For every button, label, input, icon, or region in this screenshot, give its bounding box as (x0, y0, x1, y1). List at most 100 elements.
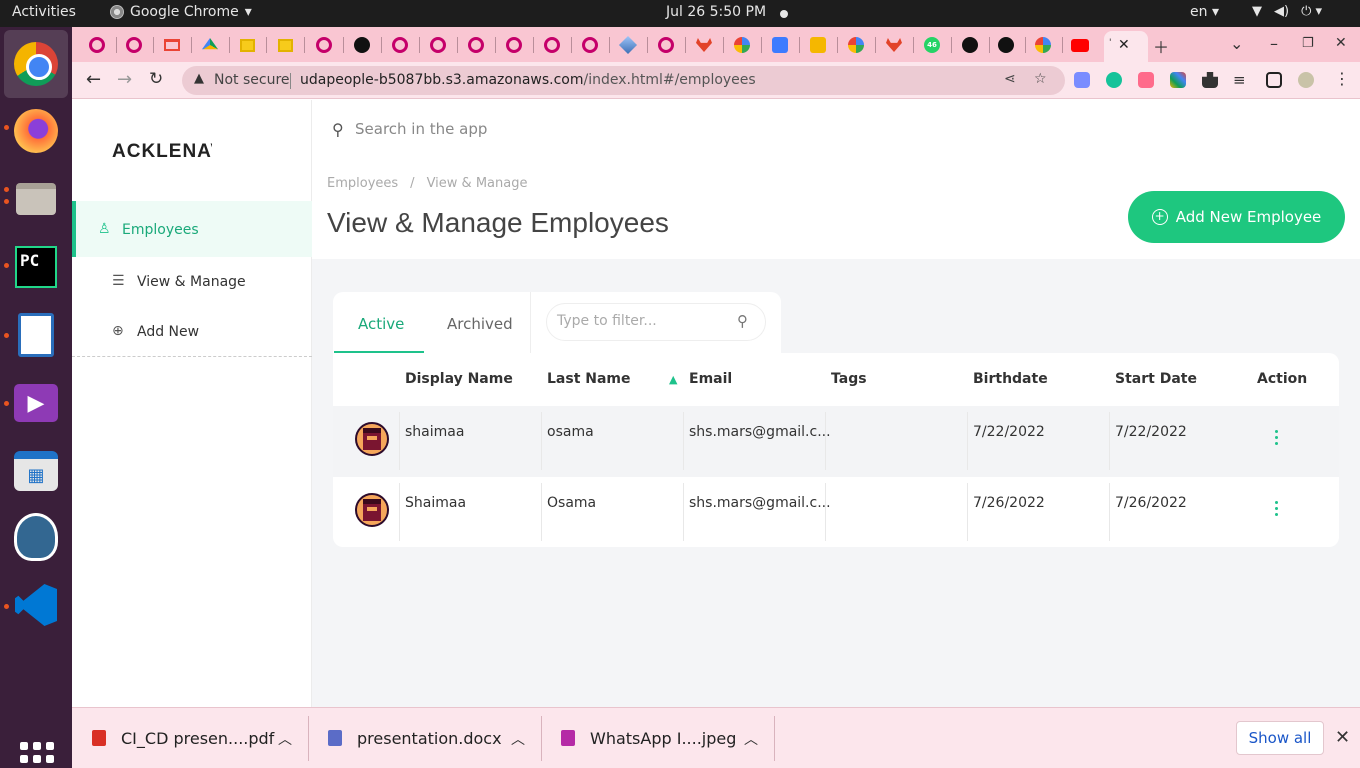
cell-email: shs.mars@gmail.c... (689, 495, 831, 511)
close-window-icon[interactable]: ✕ (1335, 35, 1347, 51)
column-header-last-name[interactable]: Last Name (547, 371, 631, 387)
chevron-up-icon[interactable]: ︿ (511, 729, 525, 749)
tab-favicon[interactable] (618, 35, 638, 55)
row-actions-kebab-icon[interactable] (1275, 430, 1279, 448)
extensions-puzzle-icon[interactable] (1202, 72, 1218, 88)
add-new-employee-button[interactable]: + Add New Employee (1128, 191, 1345, 243)
row-actions-kebab-icon[interactable] (1275, 501, 1279, 519)
tab-favicon[interactable] (353, 36, 371, 54)
app-menu[interactable]: Google Chrome ▾ (110, 4, 252, 20)
dock-software[interactable]: ▦ (12, 447, 60, 495)
back-icon[interactable]: ← (86, 69, 101, 90)
tab-favicon[interactable] (238, 36, 256, 54)
tab-active[interactable]: Active (358, 315, 404, 333)
tab-favicon[interactable] (467, 36, 485, 54)
opera-ring-icon (126, 37, 142, 53)
tab-favicon[interactable] (163, 36, 181, 54)
tab-favicon[interactable] (505, 36, 523, 54)
download-item[interactable]: presentation.docx ︿ (308, 708, 541, 768)
tab-favicon[interactable] (429, 36, 447, 54)
tab-favicon[interactable] (997, 36, 1015, 54)
sidebar-item-view-manage[interactable]: ☰ View & Manage (72, 263, 312, 303)
download-item[interactable]: CI_CD presen....pdf ︿ (72, 708, 308, 768)
close-downloads-icon[interactable]: ✕ (1335, 727, 1350, 748)
tab-favicon[interactable] (391, 36, 409, 54)
bookmark-star-icon[interactable]: ☆ (1034, 71, 1047, 87)
menu-kebab-icon[interactable]: ⋮ (1334, 69, 1350, 88)
dock-writer[interactable] (12, 311, 60, 359)
show-all-button[interactable]: Show all (1236, 721, 1324, 755)
tab-favicon[interactable] (1071, 36, 1089, 54)
new-tab-icon[interactable]: ＋ (1153, 34, 1169, 58)
clock[interactable]: Jul 26 5:50 PM (666, 4, 766, 20)
table-row[interactable]: Shaimaa Osama shs.mars@gmail.c... 7/26/2… (333, 477, 1339, 547)
cell-start-date: 7/22/2022 (1115, 424, 1187, 440)
tab-favicon[interactable] (733, 36, 751, 54)
dock-chrome[interactable] (4, 30, 68, 98)
running-indicator (4, 333, 9, 338)
tab-search-icon[interactable]: ⌄ (1230, 34, 1243, 53)
dock-files[interactable] (12, 175, 60, 223)
plus-circle-icon: ⊕ (112, 323, 124, 339)
tab-favicon[interactable] (961, 36, 979, 54)
chevron-up-icon[interactable]: ︿ (278, 729, 292, 749)
table-row[interactable]: shaimaa osama shs.mars@gmail.c... 7/22/2… (333, 406, 1339, 477)
downloads-bar: CI_CD presen....pdf ︿ presentation.docx … (72, 707, 1360, 768)
share-icon[interactable]: ⋖ (1004, 71, 1016, 87)
tab-favicon[interactable] (315, 36, 333, 54)
filter-input[interactable]: Type to filter... ⚲ (546, 303, 766, 341)
tab-archived[interactable]: Archived (447, 315, 513, 333)
tab-favicon[interactable] (1034, 36, 1052, 54)
column-header-tags[interactable]: Tags (831, 371, 867, 387)
dock-postgres[interactable] (12, 513, 60, 561)
close-tab-icon[interactable]: ✕ (1118, 37, 1130, 53)
tab-favicon[interactable] (543, 36, 561, 54)
sort-ascending-icon[interactable]: ▲ (669, 373, 677, 386)
activities-button[interactable]: Activities (12, 4, 76, 20)
column-header-birthdate[interactable]: Birthdate (973, 371, 1048, 387)
chevron-up-icon[interactable]: ︿ (744, 729, 758, 749)
forward-icon[interactable]: → (117, 69, 132, 90)
tab-favicon[interactable] (771, 36, 789, 54)
tab-favicon[interactable] (276, 36, 294, 54)
search-input[interactable]: Search in the app (355, 120, 487, 138)
tab-favicon[interactable]: 46 (923, 36, 941, 54)
app-search[interactable]: ⚲ Search in the app (327, 108, 1072, 150)
active-tab[interactable]: ' ✕ (1104, 31, 1148, 62)
sidebar-item-employees[interactable]: ♙ Employees (72, 201, 312, 257)
column-header-email[interactable]: Email (689, 371, 732, 387)
extension-color-icon[interactable] (1170, 72, 1186, 88)
minimize-icon[interactable]: – (1270, 34, 1278, 53)
address-bar[interactable]: ▲ Not secure udapeople-b5087bb.s3.amazon… (182, 66, 1065, 95)
tab-favicon[interactable] (125, 36, 143, 54)
restore-icon[interactable]: ❐ (1302, 36, 1314, 51)
media-queue-icon[interactable]: ≡ (1233, 71, 1246, 89)
download-item[interactable]: WhatsApp I....jpeg ︿ (541, 708, 774, 768)
sidebar-item-label: Employees (122, 222, 199, 238)
side-panel-icon[interactable] (1266, 72, 1282, 88)
tab-favicon[interactable] (695, 36, 713, 54)
extension-feather-icon[interactable] (1074, 72, 1090, 88)
dock-firefox[interactable] (12, 107, 60, 155)
dock-pycharm[interactable]: PC (12, 243, 60, 291)
column-header-display-name[interactable]: Display Name (405, 371, 513, 387)
sidebar-item-add-new[interactable]: ⊕ Add New (72, 313, 312, 353)
tab-favicon[interactable] (88, 36, 106, 54)
language-selector[interactable]: en ▾ (1190, 4, 1219, 20)
extension-arrow-icon[interactable] (1138, 72, 1154, 88)
dock-vscode[interactable] (12, 581, 60, 629)
tab-favicon[interactable] (201, 36, 219, 54)
tab-favicon[interactable] (809, 36, 827, 54)
show-apps-icon[interactable] (20, 742, 54, 768)
grammarly-icon[interactable] (1106, 72, 1122, 88)
tab-favicon[interactable] (581, 36, 599, 54)
profile-avatar[interactable] (1298, 72, 1314, 88)
tab-favicon[interactable] (847, 36, 865, 54)
system-tray[interactable]: ▼ ◀) ⏻ ▾ (1252, 4, 1322, 19)
breadcrumb-employees[interactable]: Employees (327, 176, 398, 191)
dock-video[interactable]: ▶ (12, 379, 60, 427)
tab-favicon[interactable] (657, 36, 675, 54)
tab-favicon[interactable] (885, 36, 903, 54)
reload-icon[interactable]: ↻ (149, 69, 163, 89)
column-header-start-date[interactable]: Start Date (1115, 371, 1197, 387)
